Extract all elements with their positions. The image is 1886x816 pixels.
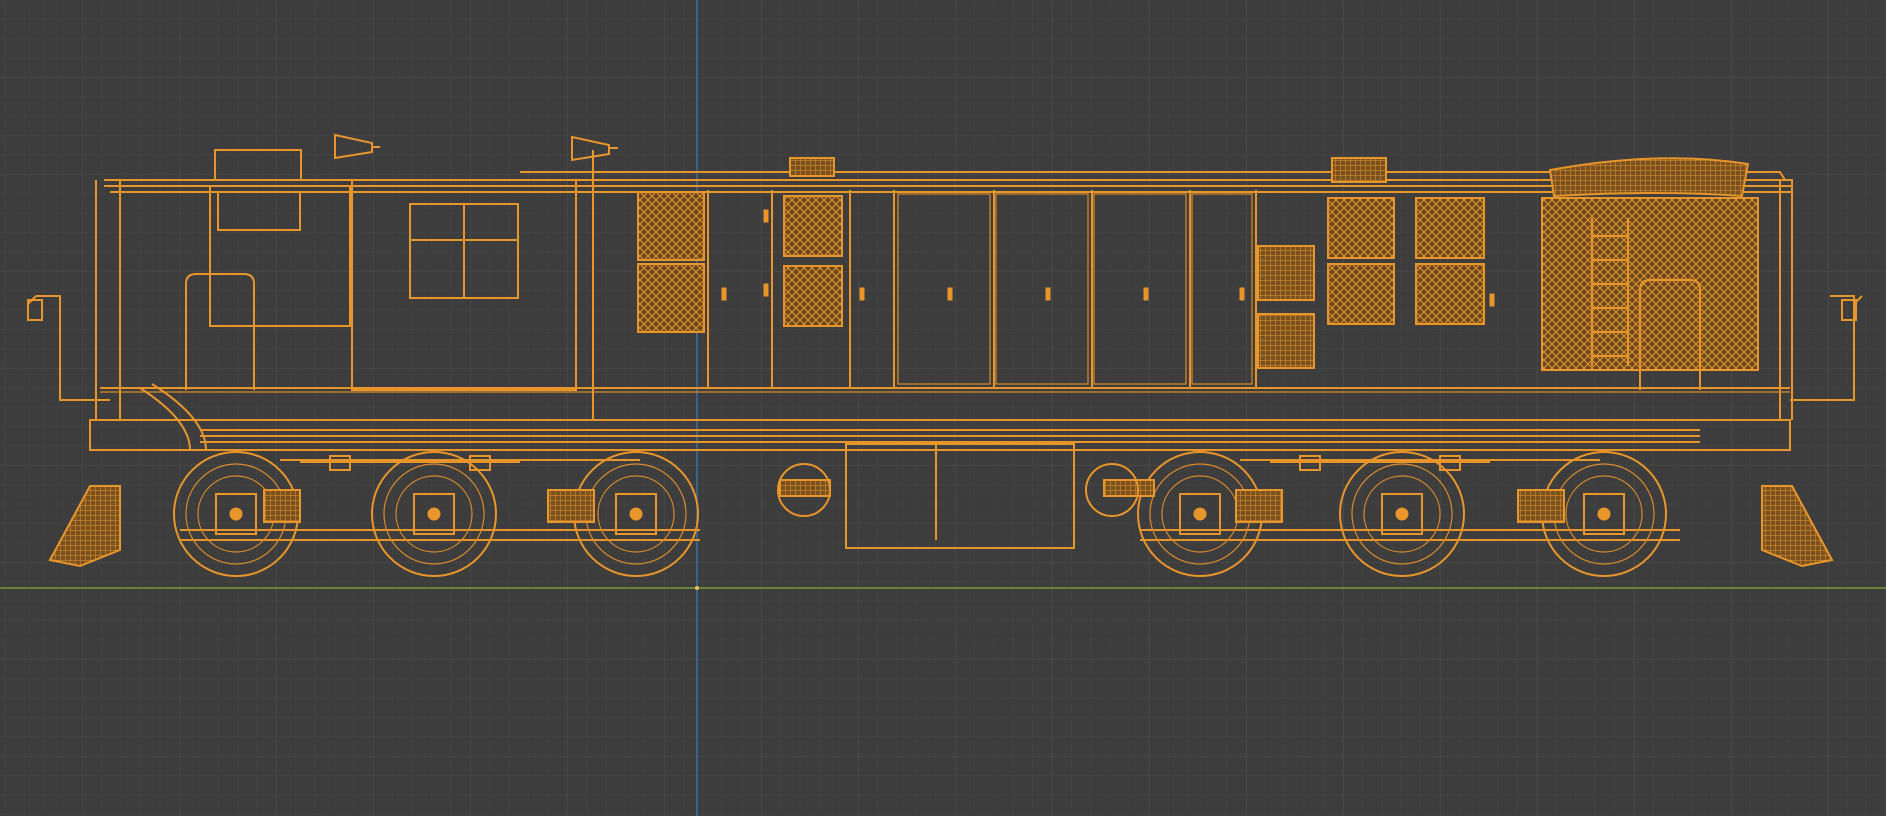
cab-section	[209, 185, 351, 327]
front-pilot	[48, 485, 121, 568]
handrail-front	[185, 273, 255, 390]
radiator-fan	[1548, 157, 1750, 198]
roof-line	[104, 171, 1793, 193]
fuel-tank	[845, 443, 1075, 549]
vent-grille-9	[1415, 197, 1485, 259]
roof-vent	[1331, 157, 1387, 183]
wireframe-scene[interactable]	[0, 0, 1886, 816]
door-panel	[897, 193, 991, 385]
door-panel	[995, 193, 1089, 385]
vent-grille-3	[783, 195, 843, 257]
radiator-grille	[1541, 197, 1759, 371]
vent-grille-2	[637, 263, 705, 333]
horn-right	[571, 135, 618, 162]
bogie-frame-front	[180, 459, 700, 541]
door-panel	[1093, 193, 1187, 385]
horn-left	[334, 133, 380, 160]
locomotive-wireframe[interactable]	[27, 133, 1863, 577]
brake-rigging	[300, 455, 1490, 471]
vent-grille-1	[637, 191, 705, 261]
cab-panel	[217, 191, 301, 231]
vent-grille-5	[1257, 245, 1315, 301]
3d-viewport[interactable]	[0, 0, 1886, 816]
suspension-springs	[263, 479, 1565, 523]
vent-grille-6	[1257, 313, 1315, 369]
vent-grille-7	[1327, 197, 1395, 259]
roof-vent-front	[789, 157, 835, 177]
rear-pilot	[1761, 485, 1834, 568]
origin-marker	[695, 586, 699, 590]
vent-grille-8	[1327, 263, 1395, 325]
vent-grille-4	[783, 265, 843, 327]
vent-grille-10	[1415, 263, 1485, 325]
front-pipe	[139, 383, 207, 451]
cab-roof-hatch	[214, 149, 302, 181]
